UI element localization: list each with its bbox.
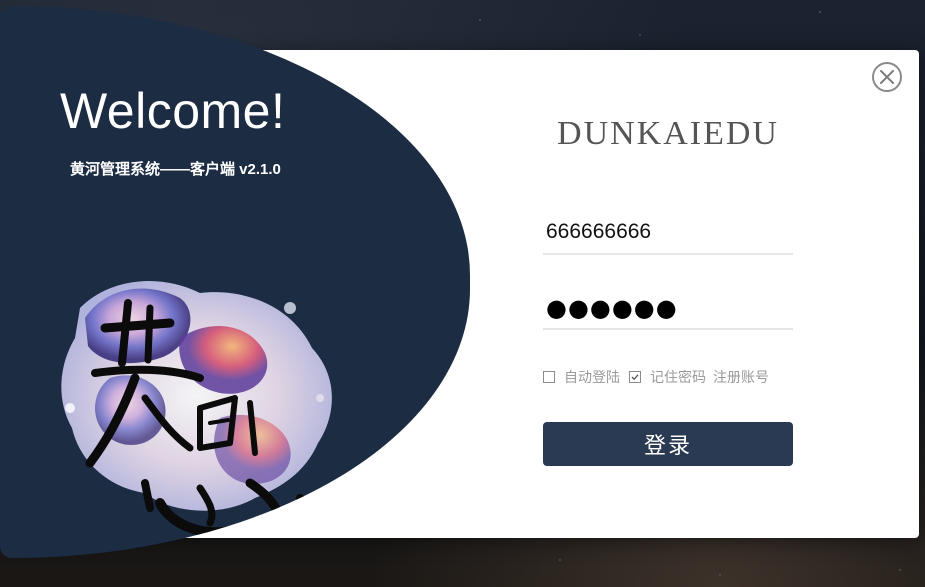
auto-login-option[interactable]: 自动登陆: [543, 367, 620, 387]
login-options: 自动登陆 记住密码 注册账号: [543, 366, 769, 388]
auto-login-checkbox[interactable]: [543, 371, 555, 383]
app-subtitle: 黄河管理系统——客户端 v2.1.0: [70, 161, 281, 178]
brand-logo: DUNKAIEDU: [557, 115, 779, 152]
login-button[interactable]: 登录: [543, 422, 793, 466]
username-input[interactable]: [543, 211, 793, 253]
welcome-title: Welcome!: [60, 83, 286, 139]
password-input[interactable]: ●●●●●●: [546, 294, 678, 322]
close-button[interactable]: [872, 62, 902, 92]
password-field[interactable]: ●●●●●●: [543, 286, 793, 330]
username-field[interactable]: [543, 211, 793, 255]
close-icon: [880, 70, 894, 84]
auto-login-label: 自动登陆: [564, 370, 620, 386]
remember-password-option[interactable]: 记住密码: [629, 367, 706, 387]
register-link[interactable]: 注册账号: [713, 367, 769, 387]
dream-calligraphy-art: [61, 281, 332, 538]
check-icon: [631, 374, 639, 381]
remember-password-label: 记住密码: [650, 370, 706, 386]
remember-password-checkbox[interactable]: [629, 371, 641, 383]
